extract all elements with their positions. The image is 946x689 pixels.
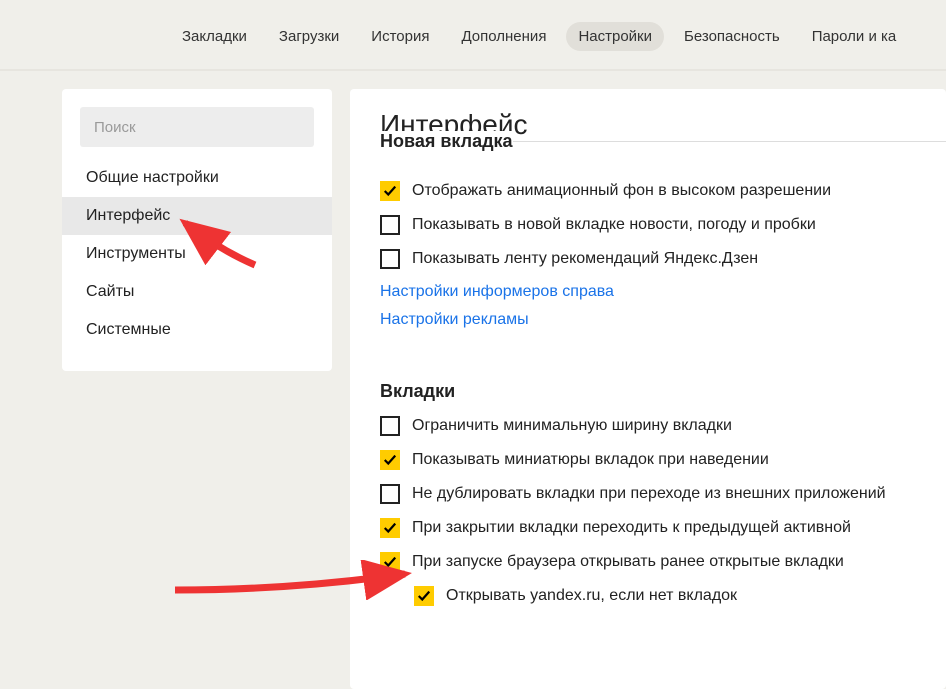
opt-min-width[interactable]: Ограничить минимальную ширину вкладки bbox=[380, 416, 946, 436]
opt-label: Отображать анимационный фон в высоком ра… bbox=[412, 182, 831, 200]
checkbox-icon[interactable] bbox=[380, 215, 400, 235]
checkbox-icon[interactable] bbox=[380, 484, 400, 504]
opt-thumbnails[interactable]: Показывать миниатюры вкладок при наведен… bbox=[380, 450, 946, 470]
checkbox-icon[interactable] bbox=[380, 518, 400, 538]
section-tabs-title: Вкладки bbox=[380, 381, 946, 402]
checkbox-icon[interactable] bbox=[380, 249, 400, 269]
nav-addons[interactable]: Дополнения bbox=[449, 22, 558, 51]
opt-label: Показывать ленту рекомендаций Яндекс.Дзе… bbox=[412, 250, 758, 268]
nav-downloads[interactable]: Загрузки bbox=[267, 22, 351, 51]
checkbox-icon[interactable] bbox=[380, 450, 400, 470]
opt-open-yandex[interactable]: Открывать yandex.ru, если нет вкладок bbox=[414, 586, 946, 606]
main-content: Интерфейс Новая вкладка Отображать анима… bbox=[350, 89, 946, 689]
sidebar-item-general[interactable]: Общие настройки bbox=[62, 159, 332, 197]
opt-prev-active[interactable]: При закрытии вкладки переходить к предыд… bbox=[380, 518, 946, 538]
sidebar-item-system[interactable]: Системные bbox=[62, 311, 332, 349]
opt-label: Ограничить минимальную ширину вкладки bbox=[412, 417, 732, 435]
opt-label: Открывать yandex.ru, если нет вкладок bbox=[446, 587, 737, 605]
sidebar-item-sites[interactable]: Сайты bbox=[62, 273, 332, 311]
nav-passwords[interactable]: Пароли и ка bbox=[800, 22, 909, 51]
opt-label: При запуске браузера открывать ранее отк… bbox=[412, 553, 844, 571]
sidebar-item-tools[interactable]: Инструменты bbox=[62, 235, 332, 273]
section-new-tab-title: Новая вкладка bbox=[380, 141, 946, 163]
opt-label: Показывать миниатюры вкладок при наведен… bbox=[412, 451, 769, 469]
search-input[interactable]: Поиск bbox=[80, 107, 314, 147]
checkbox-icon[interactable] bbox=[380, 552, 400, 572]
checkbox-icon[interactable] bbox=[414, 586, 434, 606]
nav-settings[interactable]: Настройки bbox=[566, 22, 664, 51]
checkbox-icon[interactable] bbox=[380, 416, 400, 436]
checkbox-icon[interactable] bbox=[380, 181, 400, 201]
nav-bookmarks[interactable]: Закладки bbox=[170, 22, 259, 51]
sidebar-item-interface[interactable]: Интерфейс bbox=[62, 197, 332, 235]
opt-animated-bg[interactable]: Отображать анимационный фон в высоком ра… bbox=[380, 181, 946, 201]
link-ads[interactable]: Настройки рекламы bbox=[380, 311, 946, 329]
opt-label: Показывать в новой вкладке новости, пого… bbox=[412, 216, 816, 234]
opt-label: При закрытии вкладки переходить к предыд… bbox=[412, 519, 851, 537]
link-informers[interactable]: Настройки информеров справа bbox=[380, 283, 946, 301]
nav-history[interactable]: История bbox=[359, 22, 441, 51]
opt-restore-tabs[interactable]: При запуске браузера открывать ранее отк… bbox=[380, 552, 946, 572]
top-navigation: Закладки Загрузки История Дополнения Нас… bbox=[0, 0, 946, 71]
nav-security[interactable]: Безопасность bbox=[672, 22, 792, 51]
opt-show-zen[interactable]: Показывать ленту рекомендаций Яндекс.Дзе… bbox=[380, 249, 946, 269]
sidebar: Поиск Общие настройки Интерфейс Инструме… bbox=[62, 89, 332, 371]
opt-label: Не дублировать вкладки при переходе из в… bbox=[412, 485, 886, 503]
opt-show-news[interactable]: Показывать в новой вкладке новости, пого… bbox=[380, 215, 946, 235]
opt-no-duplicate[interactable]: Не дублировать вкладки при переходе из в… bbox=[380, 484, 946, 504]
